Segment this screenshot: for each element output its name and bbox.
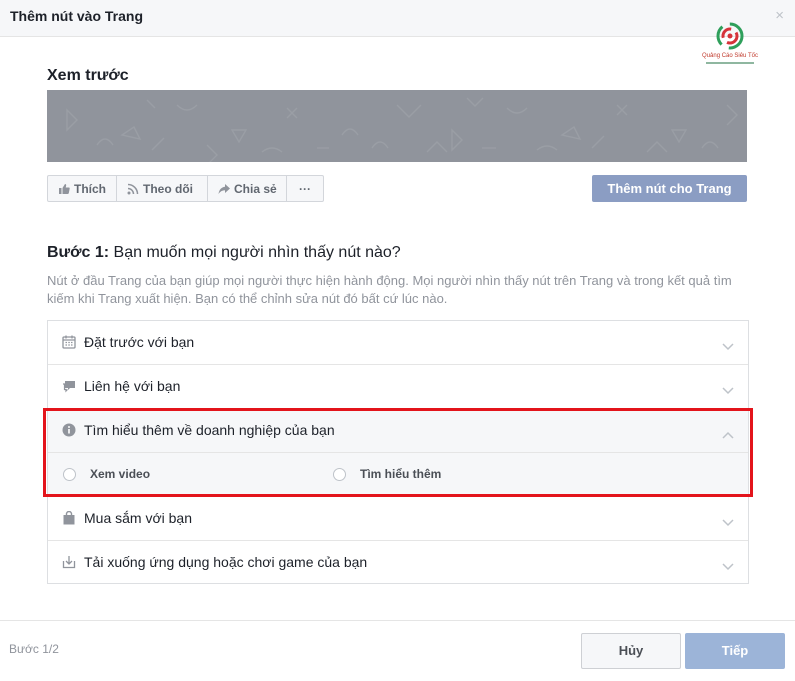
cover-pattern xyxy=(66,97,738,162)
option-shop-label: Mua sắm với bạn xyxy=(84,510,193,526)
step-prefix: Bước 1: xyxy=(47,244,110,261)
brand-logo-underline xyxy=(706,62,754,64)
option-download[interactable]: Tải xuống ứng dụng hoặc chơi game của bạ… xyxy=(48,541,748,585)
brand-logo: Quảng Cáo Siêu Tốc xyxy=(700,20,760,70)
brand-logo-text: Quảng Cáo Siêu Tốc xyxy=(702,53,758,59)
step-description: Nút ở đầu Trang của bạn giúp mọi người t… xyxy=(47,273,732,306)
chevron-down-icon xyxy=(722,338,734,356)
close-icon[interactable]: × xyxy=(775,7,784,24)
chevron-down-icon xyxy=(722,382,734,400)
chevron-down-icon xyxy=(722,514,734,532)
option-download-label: Tải xuống ứng dụng hoặc chơi game của bạ… xyxy=(84,554,368,570)
like-action[interactable]: Thích xyxy=(48,176,117,201)
highlight-box xyxy=(43,408,753,497)
calendar-icon xyxy=(62,335,76,349)
step-question: Bạn muốn mọi người nhìn thấy nút nào? xyxy=(109,244,401,261)
option-contact-label: Liên hệ với bạn xyxy=(84,378,181,394)
chevron-down-icon xyxy=(722,558,734,576)
like-label: Thích xyxy=(74,181,106,196)
thumbs-up-icon xyxy=(58,183,70,195)
share-action[interactable]: Chia sẻ xyxy=(208,176,287,201)
follow-action[interactable]: Theo dõi xyxy=(117,176,208,201)
step-counter: Bước 1/2 xyxy=(9,642,59,656)
option-contact[interactable]: Liên hệ với bạn xyxy=(48,365,748,409)
download-icon xyxy=(62,555,76,569)
shopping-bag-icon xyxy=(62,510,76,525)
dialog-title: Thêm nút vào Trang xyxy=(10,8,144,24)
share-label: Chia sẻ xyxy=(234,181,277,196)
brand-logo-icon xyxy=(716,22,744,50)
option-book[interactable]: Đặt trước với bạn xyxy=(48,321,748,365)
more-icon[interactable]: ··· xyxy=(287,176,323,201)
share-arrow-icon xyxy=(218,183,230,195)
footer-divider xyxy=(0,620,795,621)
cover-photo-placeholder xyxy=(47,90,747,162)
next-button[interactable]: Tiếp xyxy=(685,633,785,669)
option-book-label: Đặt trước với bạn xyxy=(84,334,195,350)
dialog-header: Thêm nút vào Trang × xyxy=(0,0,795,37)
cancel-button[interactable]: Hủy xyxy=(581,633,681,669)
page-action-bar: Thích Theo dõi Chia sẻ ··· xyxy=(47,175,324,202)
add-page-button[interactable]: Thêm nút cho Trang xyxy=(592,175,747,202)
preview-label: Xem trước xyxy=(47,67,129,84)
follow-label: Theo dõi xyxy=(143,181,193,196)
chat-bubbles-icon xyxy=(62,379,76,393)
option-shop[interactable]: Mua sắm với bạn xyxy=(48,497,748,541)
step-title: Bước 1: Bạn muốn mọi người nhìn thấy nút… xyxy=(47,244,401,262)
rss-icon xyxy=(127,183,139,195)
